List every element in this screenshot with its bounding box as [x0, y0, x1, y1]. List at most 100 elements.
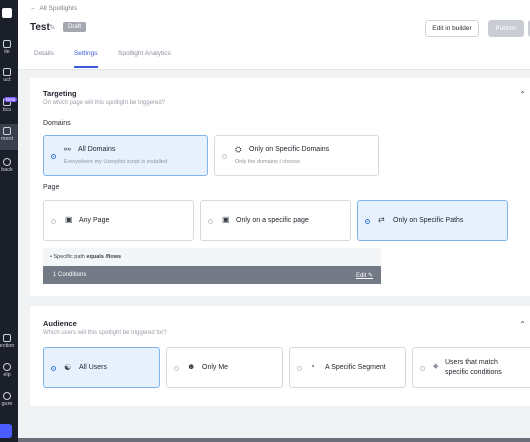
tab-details[interactable]: Details: [34, 50, 54, 66]
bottom-strip: [18, 438, 530, 442]
conditions-box: • Specific path equals /flows 1 Conditio…: [43, 248, 381, 284]
chevron-up-icon[interactable]: ⌃: [519, 320, 526, 329]
back-link-label: All Spotlights: [39, 5, 78, 12]
chevron-up-icon[interactable]: ⌃: [519, 90, 526, 99]
feedback-icon: [3, 158, 11, 166]
sidebar-item-product[interactable]: uct: [0, 68, 18, 83]
radio-button[interactable]: [365, 219, 370, 224]
arrow-left-icon: ←: [30, 5, 37, 12]
radio-button[interactable]: [51, 154, 56, 159]
sidebar-item-analytics[interactable]: Beta tics: [0, 97, 18, 113]
user-icon: ☻: [187, 362, 196, 371]
page-option-label: Any Page: [79, 217, 110, 224]
radio-button[interactable]: [297, 366, 302, 371]
edit-conditions-link[interactable]: Edit ✎: [356, 272, 373, 279]
page-header: ← All Spotlights Test ✎ Draft Edit in bu…: [18, 0, 530, 70]
sidebar-item-label: uct: [3, 77, 11, 83]
page-option-any[interactable]: ▣ Any Page: [43, 200, 194, 241]
sidebar-item-help[interactable]: elp: [0, 363, 18, 378]
browser-window-icon: ▣: [222, 215, 230, 224]
audience-subtitle: Which users will this spotlight be trigg…: [43, 330, 167, 336]
beta-badge: Beta: [4, 97, 18, 102]
condition-rule: equals /flows: [86, 254, 122, 260]
page-option-specific-page[interactable]: ▣ Only on a specific page: [200, 200, 351, 241]
tab-spotlight-analytics[interactable]: Spotlight Analytics: [118, 50, 171, 66]
condition-row: • Specific path equals /flows: [43, 248, 381, 266]
sidebar-item-label: ment: [0, 136, 14, 142]
audience-option-only-me[interactable]: ☻ Only Me: [166, 347, 283, 388]
main-sidebar: ile uct Beta tics ment back ection elp g…: [0, 0, 18, 442]
audience-option-segment[interactable]: ◔ A Specific Segment: [289, 347, 406, 388]
domain-option-specific[interactable]: ⛭ Only on Specific Domains Only the doma…: [214, 135, 379, 176]
domain-option-label: All Domains: [78, 146, 116, 153]
profile-icon: [3, 40, 11, 48]
conditions-count: 1 Conditions: [53, 272, 87, 278]
sidebar-logo[interactable]: [0, 8, 18, 18]
bullet-icon: •: [50, 254, 52, 260]
user-avatar[interactable]: [0, 424, 12, 438]
edit-label: Edit: [355, 273, 367, 279]
sidebar-item-label: gure: [1, 401, 13, 407]
gear-icon: [3, 392, 11, 400]
condition-prefix: Specific path: [53, 254, 85, 260]
segment-icon: ◔: [310, 362, 315, 371]
collection-icon: [3, 334, 11, 342]
diamond-icon: ◆: [433, 363, 439, 370]
audience-option-conditions[interactable]: ◆ Users that match specific conditions: [412, 347, 530, 388]
audience-option-label: All Users: [79, 364, 108, 371]
page-option-specific-paths[interactable]: ⇄ Only on Specific Paths: [357, 200, 508, 241]
pencil-icon: ✎: [367, 273, 373, 279]
targeting-subtitle: On which page will this spotlight be tri…: [43, 100, 166, 106]
sidebar-item-collection[interactable]: ection: [0, 334, 18, 349]
radio-button[interactable]: [222, 154, 227, 159]
audience-option-label-line2: specific conditions: [445, 369, 502, 376]
audience-option-label: Only Me: [202, 364, 229, 371]
back-link[interactable]: ← All Spotlights: [30, 5, 77, 12]
tab-settings[interactable]: Settings: [74, 50, 98, 68]
domain-option-all[interactable]: ⚯ All Domains Everywhere my Userpilot sc…: [43, 135, 208, 176]
page-option-label: Only on a specific page: [236, 217, 309, 224]
logo-icon: [2, 8, 12, 18]
browser-window-icon: ▣: [65, 215, 73, 224]
sidebar-item-label: elp: [3, 372, 11, 378]
sidebar-item-feedback[interactable]: back: [0, 158, 18, 173]
sidebar-item-label: ection: [0, 343, 15, 349]
engagement-icon: [3, 127, 11, 135]
radio-button[interactable]: [174, 366, 179, 371]
radio-button[interactable]: [208, 219, 213, 224]
status-badge: Draft: [63, 22, 87, 32]
audience-option-all-users[interactable]: ☯ All Users: [43, 347, 160, 388]
product-icon: [3, 68, 11, 76]
audience-title: Audience: [43, 319, 77, 328]
globe-icon: ⛭: [235, 145, 242, 154]
path-icon: ⇄: [378, 215, 385, 224]
sidebar-item-label: back: [1, 167, 13, 173]
domain-option-label: Only on Specific Domains: [249, 146, 330, 153]
audience-option-label: Users that match: [445, 359, 498, 366]
radio-button[interactable]: [51, 219, 56, 224]
sidebar-item-profile[interactable]: ile: [0, 40, 18, 55]
sidebar-item-label: tics: [2, 107, 12, 113]
targeting-title: Targeting: [43, 89, 77, 98]
targeting-card: Targeting On which page will this spotli…: [30, 78, 530, 296]
conditions-bar: 1 Conditions Edit ✎: [43, 266, 381, 284]
sidebar-item-label: ile: [4, 49, 10, 55]
help-icon: [3, 363, 11, 371]
page-label: Page: [43, 184, 60, 191]
radio-button[interactable]: [51, 366, 56, 371]
page-option-label: Only on Specific Paths: [393, 217, 464, 224]
sidebar-item-configure[interactable]: gure: [0, 392, 18, 407]
publish-button[interactable]: Publish: [488, 20, 524, 37]
domain-option-desc: Everywhere my Userpilot script is instal…: [64, 159, 168, 165]
sidebar-item-engagement[interactable]: ment: [0, 124, 18, 150]
users-icon: ☯: [64, 363, 72, 372]
radio-button[interactable]: [420, 366, 425, 371]
condition-text: • Specific path equals /flows: [50, 254, 121, 260]
domains-label: Domains: [43, 120, 71, 127]
globe-cursor-icon: ⚯: [64, 145, 71, 154]
edit-in-builder-button[interactable]: Edit in builder: [425, 20, 479, 37]
domain-option-desc: Only the domains I choose: [235, 159, 301, 165]
page-title: Test: [30, 22, 50, 33]
audience-card: Audience Which users will this spotlight…: [30, 306, 530, 406]
pencil-icon[interactable]: ✎: [49, 23, 56, 32]
